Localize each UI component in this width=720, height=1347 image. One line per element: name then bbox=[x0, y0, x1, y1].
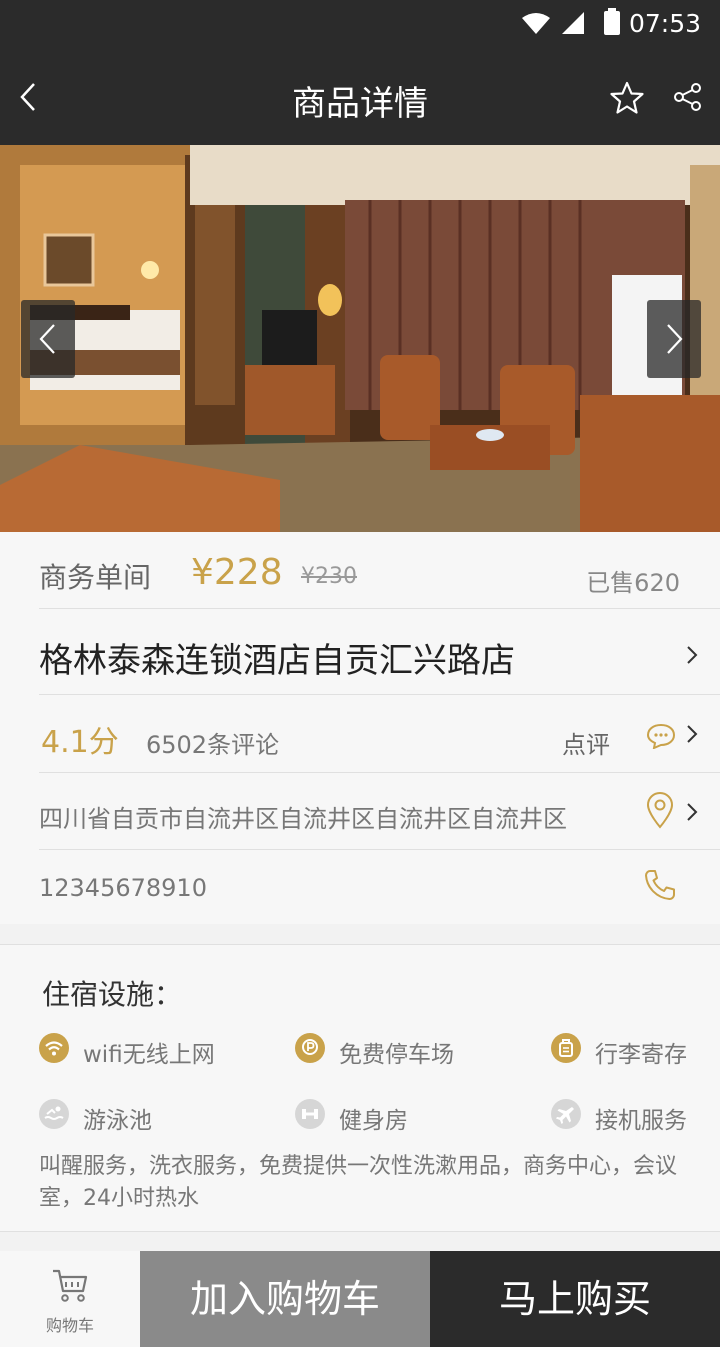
facilities-title: 住宿设施： bbox=[42, 978, 183, 1011]
chevron-right-icon bbox=[687, 725, 698, 743]
address-row[interactable]: 四川省自贡市自流井区自流井区自流井区自流井区 bbox=[39, 773, 720, 850]
shopping-cart-icon bbox=[53, 1269, 88, 1302]
nav-bar: 商品详情 bbox=[0, 50, 720, 145]
bottom-action-bar: 购物车 加入购物车 马上购买 bbox=[0, 1251, 720, 1347]
chevron-left-icon bbox=[39, 324, 55, 354]
carousel-next-button[interactable] bbox=[647, 300, 701, 378]
chevron-right-icon bbox=[667, 324, 683, 354]
airplane-icon bbox=[551, 1099, 581, 1129]
phone-icon[interactable] bbox=[643, 868, 677, 902]
hotel-phone: 12345678910 bbox=[39, 874, 207, 902]
cart-button[interactable]: 购物车 bbox=[0, 1251, 140, 1347]
cart-label: 购物车 bbox=[45, 1316, 94, 1335]
star-icon[interactable] bbox=[609, 80, 645, 116]
facility-label: 行李寄存 bbox=[595, 1042, 687, 1068]
swimming-icon bbox=[39, 1099, 69, 1129]
phone-row[interactable]: 12345678910 bbox=[39, 850, 720, 924]
share-icon[interactable] bbox=[673, 82, 703, 112]
facility-label: 健身房 bbox=[339, 1108, 408, 1134]
add-to-cart-button[interactable]: 加入购物车 bbox=[140, 1251, 430, 1347]
signal-icon bbox=[562, 12, 584, 34]
top-bar: 07:53 商品详情 bbox=[0, 0, 720, 145]
product-info-card: 商务单间 ¥228 ¥230 已售620 格林泰森连锁酒店自贡汇兴路店 4.1分… bbox=[0, 532, 720, 924]
review-count: 6502条评论 bbox=[146, 731, 280, 759]
room-type: 商务单间 bbox=[39, 561, 152, 594]
facility-label: 免费停车场 bbox=[339, 1042, 454, 1068]
luggage-icon bbox=[551, 1033, 581, 1063]
carousel-prev-button[interactable] bbox=[21, 300, 75, 378]
comment-icon bbox=[646, 723, 676, 749]
battery-icon bbox=[604, 8, 620, 35]
sold-count: 已售620 bbox=[586, 569, 680, 597]
facility-label: 接机服务 bbox=[595, 1108, 687, 1134]
dumbbell-icon bbox=[295, 1099, 325, 1129]
rating-score: 4.1分 bbox=[41, 725, 119, 760]
price: ¥228 bbox=[191, 552, 283, 593]
parking-icon bbox=[295, 1033, 325, 1063]
price-row: 商务单间 ¥228 ¥230 已售620 bbox=[39, 532, 720, 609]
product-image-carousel[interactable] bbox=[0, 145, 720, 532]
facility-label: wifi无线上网 bbox=[83, 1042, 215, 1068]
buy-now-button[interactable]: 马上购买 bbox=[430, 1251, 720, 1347]
chevron-right-icon bbox=[687, 803, 698, 821]
wifi-icon bbox=[39, 1033, 69, 1063]
facilities-section: 住宿设施： wifi无线上网 免费停车场 行李寄存 游泳池 健身房 接机服务 叫… bbox=[0, 944, 720, 1232]
hotel-address: 四川省自贡市自流井区自流井区自流井区自流井区 bbox=[39, 805, 567, 833]
location-pin-icon bbox=[646, 791, 674, 829]
comment-label: 点评 bbox=[562, 731, 610, 759]
status-time: 07:53 bbox=[628, 9, 701, 38]
chevron-right-icon bbox=[687, 646, 698, 664]
rating-row[interactable]: 4.1分 6502条评论 点评 bbox=[39, 695, 720, 773]
original-price: ¥230 bbox=[301, 564, 357, 589]
hotel-name-row[interactable]: 格林泰森连锁酒店自贡汇兴路店 bbox=[39, 609, 720, 695]
hotel-room-photo bbox=[0, 145, 720, 532]
status-bar: 07:53 bbox=[0, 0, 720, 50]
hotel-name: 格林泰森连锁酒店自贡汇兴路店 bbox=[39, 641, 515, 681]
facility-label: 游泳池 bbox=[83, 1108, 152, 1134]
facilities-note: 叫醒服务，洗衣服务，免费提供一次性洗漱用品，商务中心，会议室，24小时热水 bbox=[39, 1154, 678, 1211]
wifi-icon bbox=[522, 13, 550, 34]
